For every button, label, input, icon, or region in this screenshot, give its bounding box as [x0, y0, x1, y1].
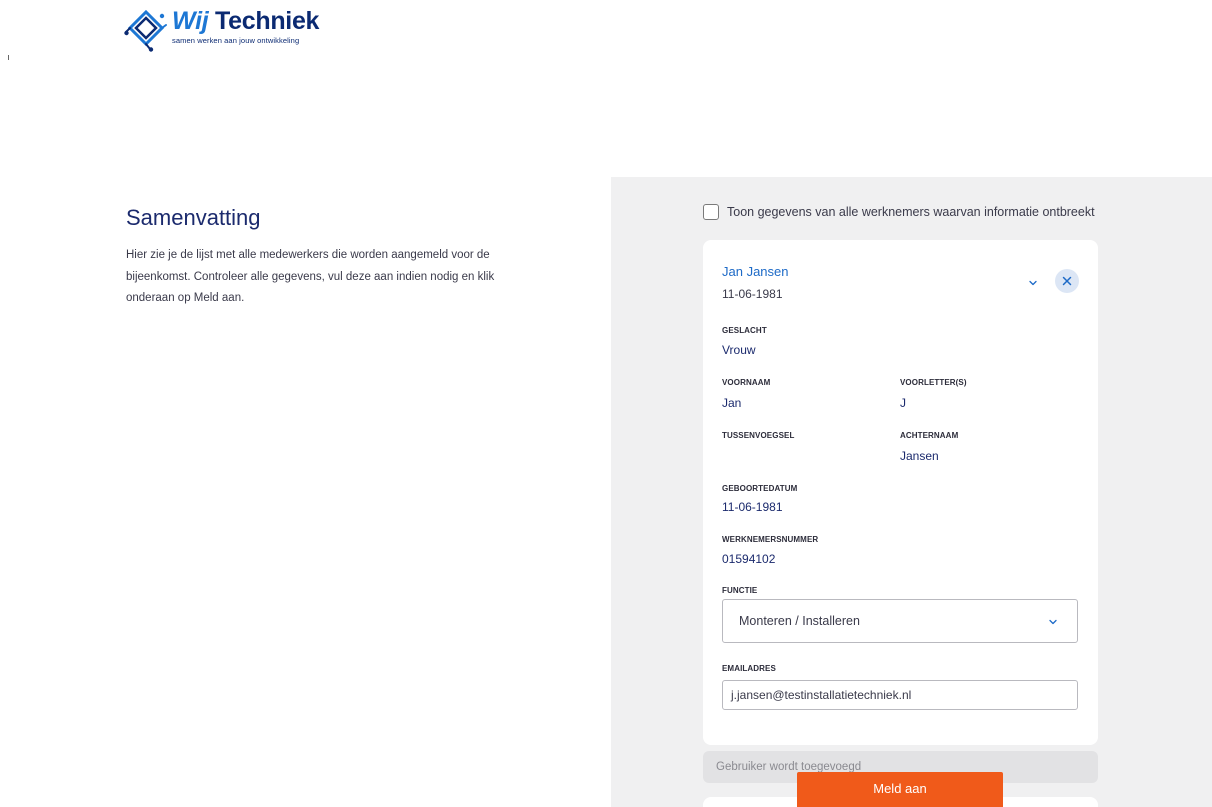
birthdate-label: GEBOORTEDATUM — [722, 484, 798, 493]
remove-employee-button[interactable] — [1055, 269, 1079, 293]
email-field[interactable]: j.jansen@testinstallatietechniek.nl — [722, 680, 1078, 710]
gender-value: Vrouw — [722, 343, 756, 357]
page-title: Samenvatting — [126, 205, 261, 230]
email-label: EMAILADRES — [722, 664, 776, 673]
wij-techniek-logo-icon — [124, 9, 167, 52]
infix-label: TUSSENVOEGSEL — [722, 431, 795, 440]
show-missing-info-checkbox[interactable] — [703, 204, 719, 220]
submit-button[interactable]: Meld aan — [797, 772, 1003, 807]
lastname-label: ACHTERNAAM — [900, 431, 959, 440]
employee-name: Jan Jansen — [722, 264, 789, 279]
initials-label: VOORLETTER(S) — [900, 378, 967, 387]
page-description: Hier zie je de lijst met alle medewerker… — [126, 249, 495, 304]
expand-collapse-button[interactable] — [1026, 276, 1040, 290]
function-select-value: Monteren / Installeren — [739, 614, 860, 628]
employee-birthdate-summary: 11-06-1981 — [722, 287, 783, 301]
firstname-label: VOORNAAM — [722, 378, 771, 387]
brand-tagline: samen werken aan jouw ontwikkeling — [172, 36, 300, 45]
show-missing-info-toggle[interactable]: Toon gegevens van alle werknemers waarva… — [703, 204, 1095, 220]
brand-name: Wij Techniek — [172, 6, 319, 36]
show-missing-info-label: Toon gegevens van alle werknemers waarva… — [727, 205, 1095, 219]
chevron-down-icon — [1049, 619, 1057, 625]
stray-mark — [8, 55, 9, 60]
email-field-value: j.jansen@testinstallatietechniek.nl — [731, 688, 912, 702]
chevron-down-icon — [1029, 280, 1037, 286]
employee-number-value: 01594102 — [722, 552, 776, 566]
lastname-value: Jansen — [900, 449, 939, 463]
gender-label: GESLACHT — [722, 326, 767, 335]
brand-logo[interactable]: Wij Techniek samen werken aan jouw ontwi… — [124, 6, 319, 52]
function-label: FUNCTIE — [722, 586, 758, 595]
firstname-value: Jan — [722, 396, 742, 410]
brand-name-part2: Techniek — [215, 7, 320, 35]
initials-value: J — [900, 396, 906, 410]
close-icon — [1062, 276, 1072, 286]
brand-name-part1: Wij — [172, 7, 209, 35]
birthdate-value: 11-06-1981 — [722, 500, 783, 514]
employee-number-label: WERKNEMERSNUMMER — [722, 535, 819, 544]
function-select[interactable]: Monteren / Installeren — [722, 599, 1078, 643]
